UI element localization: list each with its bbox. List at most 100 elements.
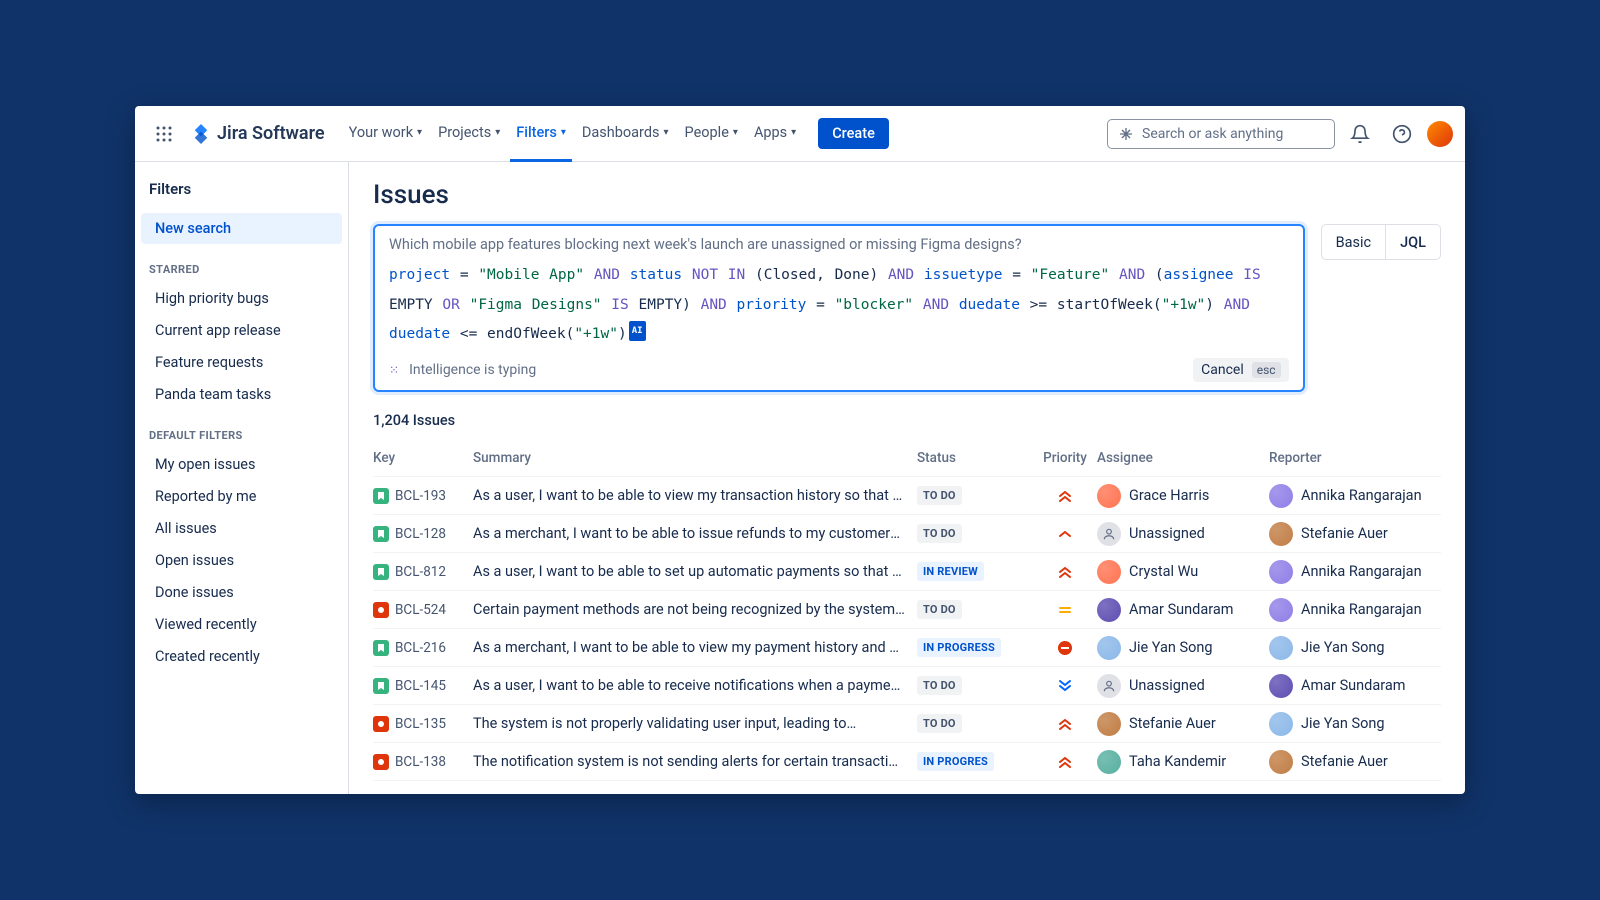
col-header-key[interactable]: Key: [373, 450, 473, 466]
cell-reporter: Annika Rangarajan: [1269, 598, 1441, 622]
assignee-name: Jie Yan Song: [1129, 639, 1213, 656]
status-badge[interactable]: IN PROGRES: [917, 752, 994, 771]
nav-item-dashboards[interactable]: Dashboards▾: [576, 106, 675, 162]
nav-item-apps[interactable]: Apps▾: [748, 106, 802, 162]
assignee-name: Unassigned: [1129, 677, 1205, 694]
issue-key-link[interactable]: BCL-193: [395, 488, 446, 504]
cell-key: BCL-193: [373, 488, 473, 504]
col-header-status[interactable]: Status: [917, 450, 1033, 466]
nav-item-filters[interactable]: Filters▾: [510, 106, 572, 162]
sidebar-title: Filters: [135, 174, 348, 212]
cell-summary: As a user, I want to be able to receive …: [473, 677, 917, 694]
notifications-icon[interactable]: [1343, 117, 1377, 151]
col-header-priority[interactable]: Priority: [1033, 450, 1097, 466]
toggle-jql[interactable]: JQL: [1385, 225, 1440, 259]
chevron-down-icon: ▾: [495, 127, 500, 138]
table-row[interactable]: BCL-145 As a user, I want to be able to …: [373, 667, 1441, 705]
sidebar-item-new-search[interactable]: New search: [141, 213, 342, 244]
sidebar-item[interactable]: Current app release: [141, 315, 342, 346]
user-avatar: [1097, 560, 1121, 584]
nav-item-people[interactable]: People▾: [679, 106, 744, 162]
query-jql-code: project = "Mobile App" AND status NOT IN…: [389, 261, 1289, 350]
table-row[interactable]: BCL-193 As a user, I want to be able to …: [373, 477, 1441, 515]
search-input[interactable]: Search or ask anything: [1107, 119, 1335, 149]
cell-priority: [1033, 678, 1097, 694]
typing-indicator: ⁙ Intelligence is typing: [389, 362, 536, 378]
sidebar-item[interactable]: Reported by me: [141, 481, 342, 512]
cell-reporter: Annika Rangarajan: [1269, 484, 1441, 508]
col-header-summary[interactable]: Summary: [473, 450, 917, 466]
create-button[interactable]: Create: [818, 118, 889, 149]
sidebar-item[interactable]: High priority bugs: [141, 283, 342, 314]
cell-status: IN PROGRES: [917, 752, 1033, 771]
chevron-down-icon: ▾: [664, 127, 669, 138]
priority-highest-icon: [1057, 564, 1073, 580]
table-row[interactable]: BCL-216 As a merchant, I want to be able…: [373, 629, 1441, 667]
status-badge[interactable]: TO DO: [917, 676, 962, 695]
issue-key-link[interactable]: BCL-128: [395, 526, 446, 542]
cell-summary: The notification system is not sending a…: [473, 753, 917, 770]
priority-blocker-icon: [1057, 640, 1073, 656]
sidebar-item[interactable]: Panda team tasks: [141, 379, 342, 410]
cell-assignee: Stefanie Auer: [1097, 712, 1269, 736]
table-row[interactable]: BCL-138 The notification system is not s…: [373, 743, 1441, 781]
status-badge[interactable]: TO DO: [917, 600, 962, 619]
status-badge[interactable]: TO DO: [917, 486, 962, 505]
status-badge[interactable]: TO DO: [917, 524, 962, 543]
cell-key: BCL-524: [373, 602, 473, 618]
app-switcher-icon[interactable]: [147, 117, 181, 151]
cell-priority: [1033, 640, 1097, 656]
cancel-button[interactable]: Cancel esc: [1193, 358, 1288, 382]
cell-key: BCL-812: [373, 564, 473, 580]
sidebar-item[interactable]: My open issues: [141, 449, 342, 480]
sidebar-item[interactable]: All issues: [141, 513, 342, 544]
chevron-down-icon: ▾: [733, 127, 738, 138]
issue-key-link[interactable]: BCL-812: [395, 564, 446, 580]
table-row[interactable]: BCL-128 As a merchant, I want to be able…: [373, 515, 1441, 553]
issue-key-link[interactable]: BCL-138: [395, 754, 446, 770]
issue-key-link[interactable]: BCL-216: [395, 640, 446, 656]
issuetype-story-icon: [373, 488, 389, 504]
typing-text: Intelligence is typing: [409, 362, 536, 378]
user-avatar: [1269, 750, 1293, 774]
issue-key-link[interactable]: BCL-145: [395, 678, 446, 694]
table-row[interactable]: BCL-812 As a user, I want to be able to …: [373, 553, 1441, 591]
issue-key-link[interactable]: BCL-135: [395, 716, 446, 732]
sidebar-item[interactable]: Created recently: [141, 641, 342, 672]
nav-item-your-work[interactable]: Your work▾: [343, 106, 428, 162]
user-avatar: [1269, 636, 1293, 660]
cell-reporter: Annika Rangarajan: [1269, 560, 1441, 584]
status-badge[interactable]: IN REVIEW: [917, 562, 984, 581]
sidebar-item[interactable]: Feature requests: [141, 347, 342, 378]
table-row[interactable]: BCL-524 Certain payment methods are not …: [373, 591, 1441, 629]
assignee-name: Unassigned: [1129, 525, 1205, 542]
toggle-basic[interactable]: Basic: [1322, 225, 1386, 259]
chevron-down-icon: ▾: [561, 127, 566, 138]
status-badge[interactable]: IN PROGRESS: [917, 638, 1001, 657]
status-badge[interactable]: TO DO: [917, 714, 962, 733]
query-box[interactable]: Which mobile app features blocking next …: [373, 224, 1305, 392]
jira-logo[interactable]: Jira Software: [185, 123, 331, 144]
cell-assignee: Taha Kandemir: [1097, 750, 1269, 774]
app-window: Jira Software Your work▾Projects▾Filters…: [135, 106, 1465, 794]
profile-avatar[interactable]: [1427, 121, 1453, 147]
nav-item-projects[interactable]: Projects▾: [432, 106, 506, 162]
cell-status: IN PROGRESS: [917, 638, 1033, 657]
cell-summary: As a merchant, I want to be able to view…: [473, 639, 917, 656]
issue-key-link[interactable]: BCL-524: [395, 602, 446, 618]
issues-table: Key Summary Status Priority Assignee Rep…: [373, 439, 1441, 781]
user-avatar: [1269, 598, 1293, 622]
sidebar-item[interactable]: Done issues: [141, 577, 342, 608]
help-icon[interactable]: [1385, 117, 1419, 151]
assignee-name: Stefanie Auer: [1129, 715, 1216, 732]
sidebar-item[interactable]: Viewed recently: [141, 609, 342, 640]
reporter-name: Annika Rangarajan: [1301, 601, 1422, 618]
col-header-reporter[interactable]: Reporter: [1269, 450, 1441, 466]
table-row[interactable]: BCL-135 The system is not properly valid…: [373, 705, 1441, 743]
sidebar-item[interactable]: Open issues: [141, 545, 342, 576]
col-header-assignee[interactable]: Assignee: [1097, 450, 1269, 466]
user-avatar: [1097, 712, 1121, 736]
jira-icon: [191, 124, 211, 144]
issuetype-bug-icon: [373, 602, 389, 618]
priority-highest-icon: [1057, 754, 1073, 770]
